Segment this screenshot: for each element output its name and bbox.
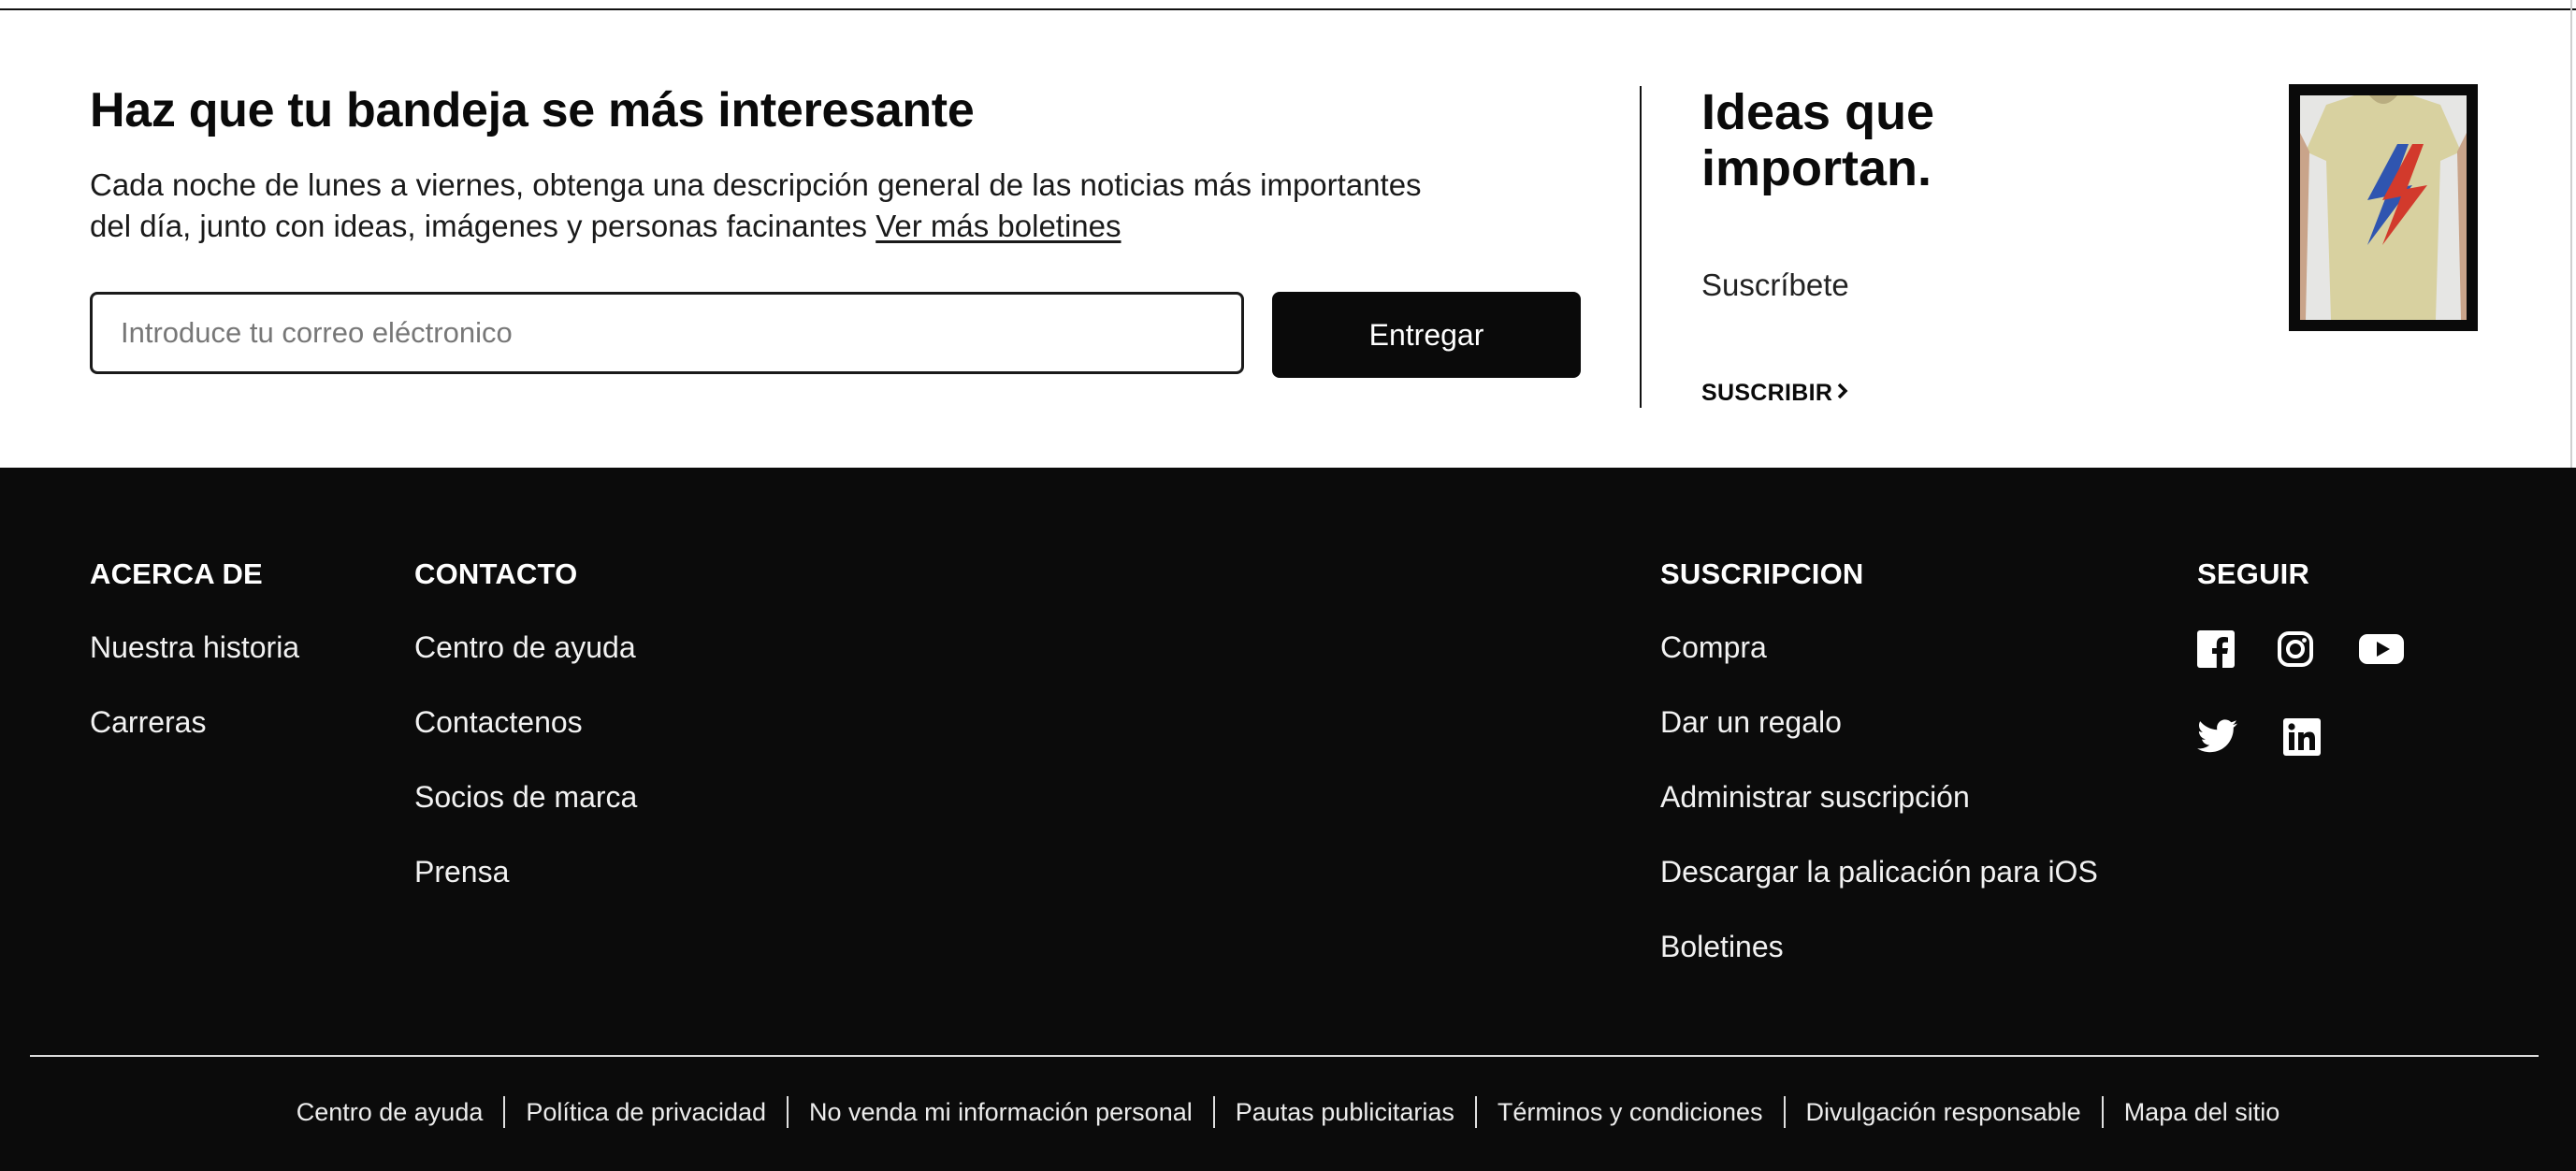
footer-heading-subscription: SUSCRIPCION (1660, 557, 1864, 590)
footer-link-brand-partners[interactable]: Socios de marca (414, 780, 637, 815)
facebook-icon[interactable] (2197, 630, 2235, 668)
promo-title: Ideas que importan. (1701, 84, 1935, 196)
promo-image[interactable] (2289, 84, 2478, 331)
legal-link-ad-guidelines[interactable]: Pautas publicitarias (1215, 1096, 1475, 1128)
footer-link-manage-subscription[interactable]: Administrar suscripción (1660, 780, 1970, 815)
footer-link-careers[interactable]: Carreras (90, 705, 206, 740)
subscribe-link-label: SUSCRIBIR (1701, 380, 1833, 406)
tshirt-illustration (2300, 95, 2467, 320)
footer-link-ios-app[interactable]: Descargar la palicación para iOS (1660, 855, 2098, 889)
more-newsletters-link[interactable]: Ver más boletines (876, 209, 1121, 243)
legal-link-help-center[interactable]: Centro de ayuda (276, 1096, 504, 1128)
chevron-right-icon (1836, 380, 1849, 407)
legal-link-responsible-disclosure[interactable]: Divulgación responsable (1786, 1096, 2102, 1128)
promo-subtitle: Suscríbete (1701, 267, 1849, 302)
newsletter-description-text: Cada noche de lunes a viernes, obtenga u… (90, 167, 1422, 243)
footer-heading-contact: CONTACTO (414, 557, 578, 590)
legal-link-terms[interactable]: Términos y condiciones (1477, 1096, 1784, 1128)
top-border (0, 8, 2576, 10)
instagram-icon[interactable] (2277, 630, 2314, 668)
section-divider (1640, 86, 1642, 408)
youtube-icon[interactable] (2359, 630, 2404, 668)
footer-link-our-story[interactable]: Nuestra historia (90, 630, 299, 665)
email-input[interactable] (90, 292, 1244, 374)
legal-link-privacy[interactable]: Política de privacidad (505, 1096, 787, 1128)
footer-link-press[interactable]: Prensa (414, 855, 509, 889)
submit-button[interactable]: Entregar (1272, 292, 1581, 378)
legal-link-sitemap[interactable]: Mapa del sitio (2104, 1096, 2301, 1128)
newsletter-description: Cada noche de lunes a viernes, obtenga u… (90, 165, 1437, 247)
footer-link-buy[interactable]: Compra (1660, 630, 1767, 665)
footer-link-help-center[interactable]: Centro de ayuda (414, 630, 636, 665)
linkedin-icon[interactable] (2283, 718, 2321, 756)
footer-link-contact-us[interactable]: Contactenos (414, 705, 583, 740)
page-edge (2570, 0, 2572, 468)
footer-heading-follow: SEGUIR (2197, 557, 2310, 590)
footer-link-gift[interactable]: Dar un regalo (1660, 705, 1842, 740)
footer-heading-about: ACERCA DE (90, 557, 263, 590)
legal-links: Centro de ayuda Política de privacidad N… (0, 1096, 2576, 1128)
newsletter-title: Haz que tu bandeja se más interesante (90, 83, 975, 137)
twitter-icon[interactable] (2197, 718, 2238, 756)
subscribe-link[interactable]: SUSCRIBIR (1701, 380, 1849, 407)
footer-link-newsletters[interactable]: Boletines (1660, 930, 1784, 964)
site-footer: ACERCA DE Nuestra historia Carreras CONT… (0, 468, 2576, 1171)
legal-link-do-not-sell[interactable]: No venda mi información personal (789, 1096, 1213, 1128)
footer-divider (30, 1055, 2539, 1057)
